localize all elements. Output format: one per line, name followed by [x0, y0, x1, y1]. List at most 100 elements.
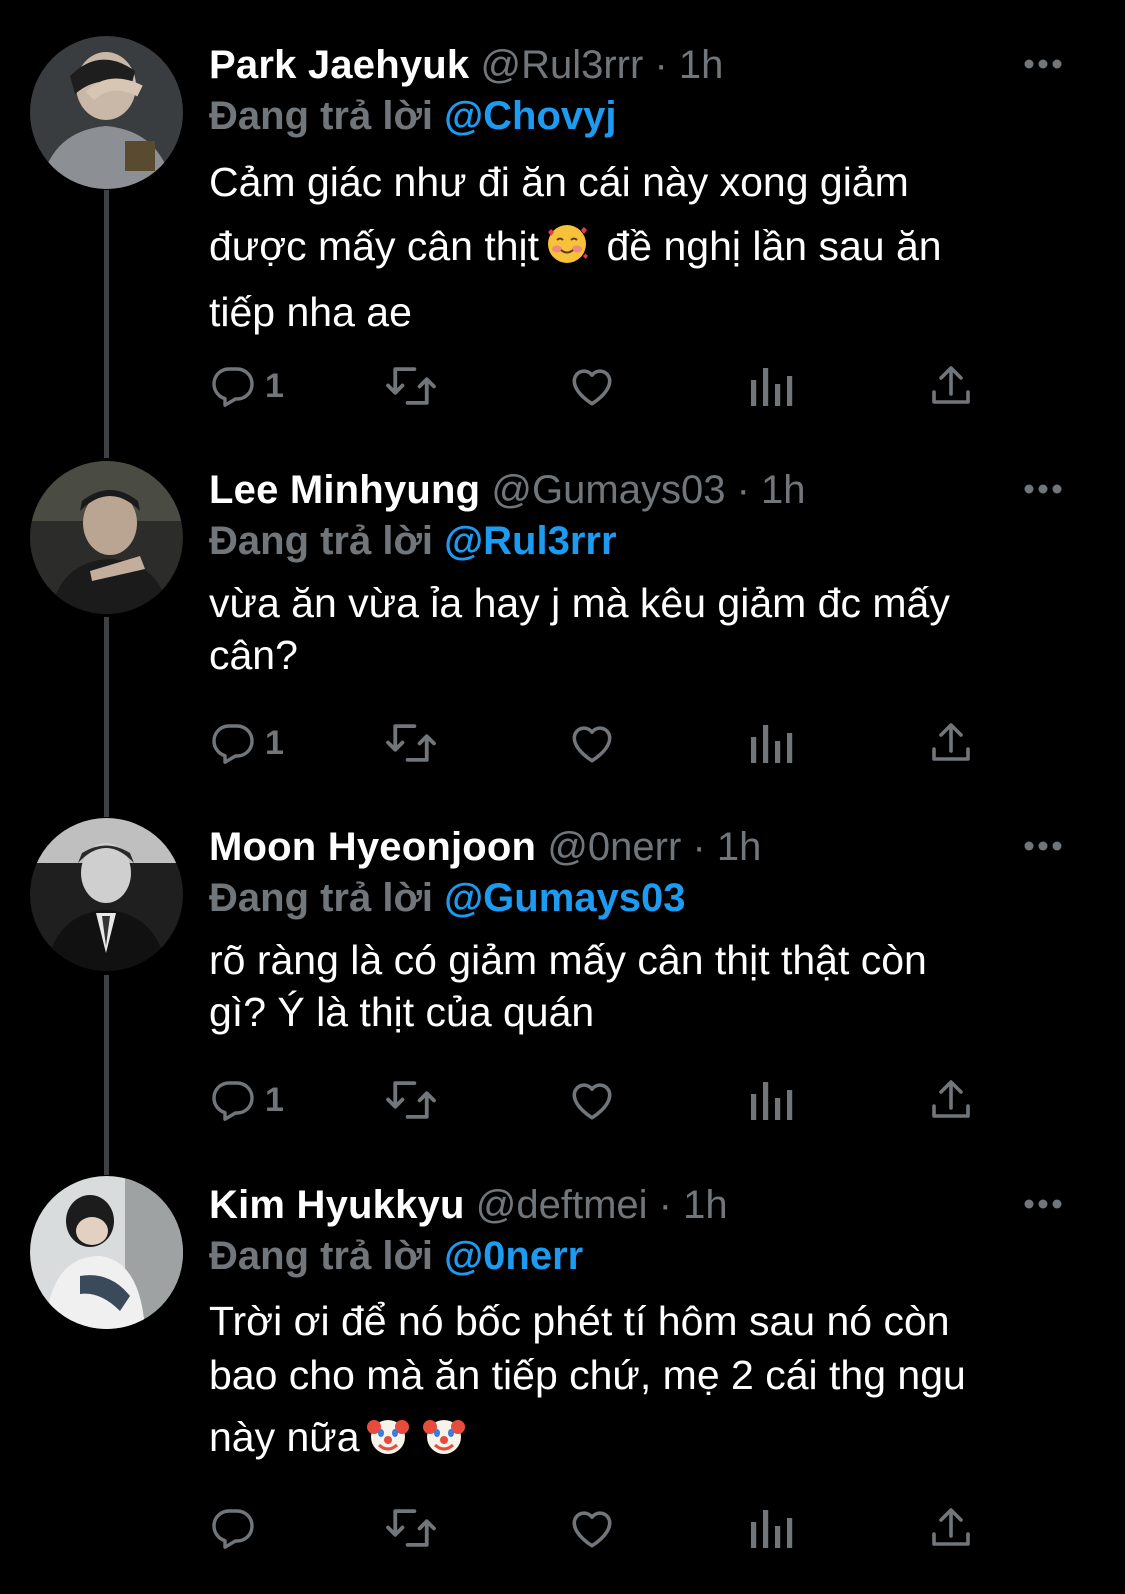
- timestamp[interactable]: 1h: [761, 468, 806, 512]
- more-icon[interactable]: [1023, 481, 1063, 497]
- timestamp[interactable]: 1h: [717, 825, 762, 869]
- tweet-text: vừa ăn vừa ỉa hay j mà kêu giảm đc mấy c…: [209, 577, 1069, 681]
- tweet-actions: 1: [209, 356, 1029, 416]
- display-name[interactable]: Kim Hyukkyu: [209, 1183, 465, 1227]
- replying-to-label: Đang trả lời: [209, 519, 434, 563]
- separator-dot: ·: [692, 825, 706, 869]
- replying-to: Đang trả lời @Rul3rrr: [209, 516, 617, 566]
- timestamp[interactable]: 1h: [683, 1183, 728, 1227]
- tweet-text-segment: này nữa: [209, 1414, 360, 1460]
- timestamp[interactable]: 1h: [679, 43, 724, 87]
- share-icon: [932, 723, 970, 761]
- more-icon[interactable]: [1023, 56, 1063, 72]
- views-icon: [751, 1510, 793, 1548]
- more-icon[interactable]: [1023, 838, 1063, 854]
- reply-count: 1: [265, 723, 284, 762]
- views-button[interactable]: [749, 1498, 793, 1558]
- like-button[interactable]: [567, 713, 617, 773]
- retweet-icon: [386, 1509, 436, 1547]
- tweet-text: Trời ơi để nó bốc phét tí hôm sau nó còn…: [209, 1294, 1069, 1470]
- replying-to-mention[interactable]: @0nerr: [444, 1234, 583, 1278]
- views-button[interactable]: [749, 356, 793, 416]
- heart-icon: [572, 369, 612, 406]
- user-handle[interactable]: @Rul3rrr: [480, 43, 643, 87]
- replying-to-label: Đang trả lời: [209, 876, 434, 920]
- share-icon: [932, 366, 970, 404]
- reply-count: 1: [265, 1080, 284, 1119]
- tweet-header: Kim Hyukkyu @deftmei · 1h: [209, 1180, 728, 1230]
- views-button[interactable]: [749, 1070, 793, 1130]
- share-button[interactable]: [927, 713, 975, 773]
- views-icon: [751, 725, 793, 763]
- retweet-icon: [386, 1081, 436, 1119]
- replying-to: Đang trả lời @Chovyj: [209, 91, 617, 141]
- tweet-text-line: tiếp nha ae: [209, 289, 412, 335]
- reply-count: 1: [265, 366, 284, 405]
- reply-button[interactable]: 1: [209, 1070, 284, 1130]
- views-button[interactable]: [749, 713, 793, 773]
- views-icon: [751, 1082, 793, 1120]
- like-button[interactable]: [567, 356, 617, 416]
- share-button[interactable]: [927, 356, 975, 416]
- share-icon: [932, 1080, 970, 1118]
- tweet-text-segment: đề nghị lần sau ăn: [606, 223, 942, 269]
- avatar[interactable]: [30, 1176, 183, 1329]
- separator-dot: ·: [654, 43, 668, 87]
- tweet-text-line: được mấy cân thịt đề nghị lần sau ăn: [209, 216, 1069, 282]
- replying-to-mention[interactable]: @Rul3rrr: [444, 519, 616, 563]
- like-button[interactable]: [567, 1070, 617, 1130]
- clown-face-emoji: [366, 1413, 410, 1470]
- replying-to-label: Đang trả lời: [209, 94, 434, 138]
- user-handle[interactable]: @deftmei: [476, 1183, 648, 1227]
- reply-icon: [212, 1081, 254, 1121]
- display-name[interactable]: Lee Minhyung: [209, 468, 480, 512]
- replying-to-mention[interactable]: @Gumays03: [444, 876, 685, 920]
- tweet-header: Moon Hyeonjoon @0nerr · 1h: [209, 822, 761, 872]
- heart-icon: [572, 726, 612, 763]
- replying-to: Đang trả lời @0nerr: [209, 1231, 583, 1281]
- tweet-actions: [209, 1498, 1029, 1558]
- thread-line: [104, 975, 109, 1175]
- retweet-button[interactable]: [384, 1498, 438, 1558]
- tweet-text-line: cân?: [209, 632, 298, 678]
- thread-line: [104, 617, 109, 817]
- separator-dot: ·: [736, 468, 750, 512]
- retweet-button[interactable]: [384, 1070, 438, 1130]
- avatar[interactable]: [30, 818, 183, 971]
- views-icon: [751, 368, 793, 406]
- user-handle[interactable]: @0nerr: [547, 825, 681, 869]
- replying-to-mention[interactable]: @Chovyj: [444, 94, 616, 138]
- retweet-button[interactable]: [384, 356, 438, 416]
- avatar[interactable]: [30, 461, 183, 614]
- heart-icon: [572, 1083, 612, 1120]
- tweet-text: rõ ràng là có giảm mấy cân thịt thật còn…: [209, 934, 1069, 1038]
- reply-button[interactable]: 1: [209, 356, 284, 416]
- retweet-icon: [386, 367, 436, 405]
- avatar[interactable]: [30, 36, 183, 189]
- reply-button[interactable]: 1: [209, 713, 284, 773]
- share-button[interactable]: [927, 1070, 975, 1130]
- like-button[interactable]: [567, 1498, 617, 1558]
- more-icon[interactable]: [1023, 1196, 1063, 1212]
- retweet-button[interactable]: [384, 713, 438, 773]
- tweet-text-line: bao cho mà ăn tiếp chứ, mẹ 2 cái thg ngu: [209, 1352, 966, 1398]
- tweet-header: Park Jaehyuk @Rul3rrr · 1h: [209, 40, 723, 90]
- share-button[interactable]: [927, 1498, 975, 1558]
- display-name[interactable]: Park Jaehyuk: [209, 43, 469, 87]
- retweet-icon: [386, 724, 436, 762]
- smiling-face-with-hearts-emoji: [545, 222, 589, 282]
- user-handle[interactable]: @Gumays03: [491, 468, 725, 512]
- thread-line: [104, 190, 109, 458]
- share-icon: [932, 1508, 970, 1546]
- tweet-text-line: này nữa: [209, 1410, 1069, 1470]
- separator-dot: ·: [658, 1183, 672, 1227]
- tweet-text-line: vừa ăn vừa ỉa hay j mà kêu giảm đc mấy: [209, 580, 950, 626]
- reply-button[interactable]: [209, 1498, 265, 1558]
- replying-to: Đang trả lời @Gumays03: [209, 873, 686, 923]
- display-name[interactable]: Moon Hyeonjoon: [209, 825, 536, 869]
- tweet-text-line: rõ ràng là có giảm mấy cân thịt thật còn: [209, 937, 927, 983]
- tweet-text-line: gì? Ý là thịt của quán: [209, 989, 595, 1035]
- reply-icon: [212, 1509, 254, 1549]
- tweet-actions: 1: [209, 1070, 1029, 1130]
- tweet-text-line: Trời ơi để nó bốc phét tí hôm sau nó còn: [209, 1298, 950, 1344]
